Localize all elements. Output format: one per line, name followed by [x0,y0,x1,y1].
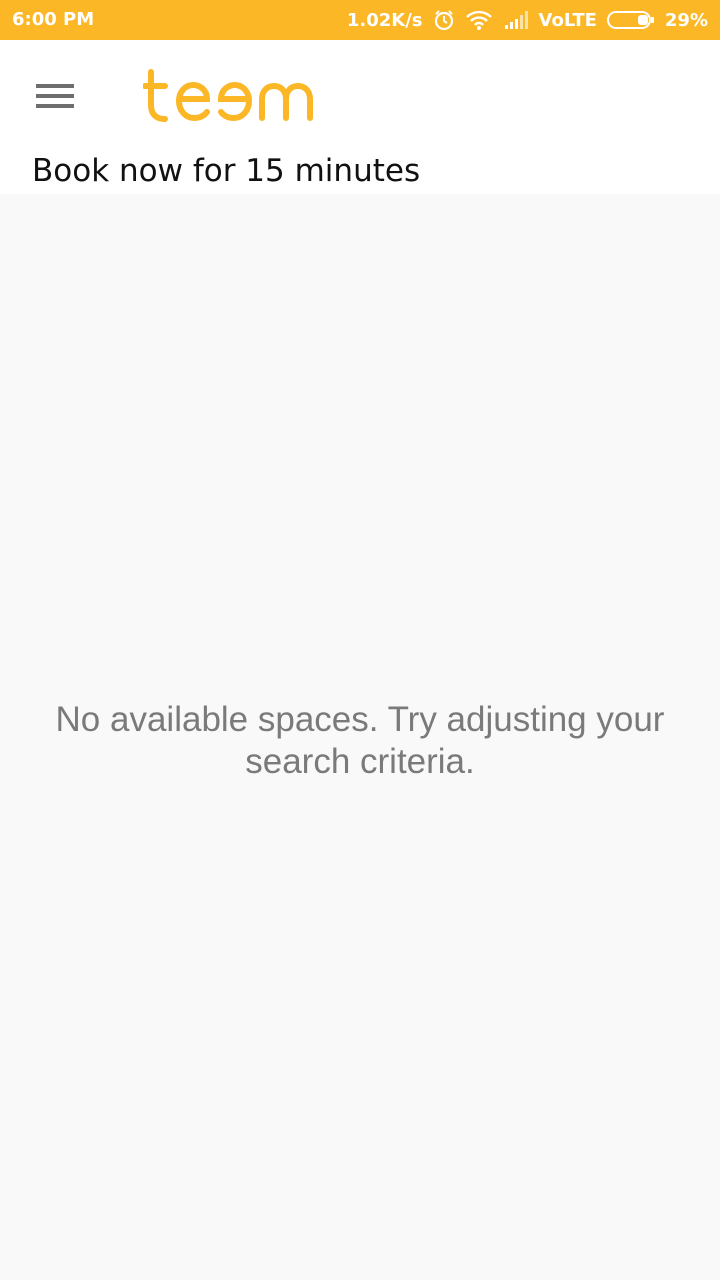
menu-icon-line [36,94,74,98]
menu-icon-line [36,104,74,108]
empty-state-message: No available spaces. Try adjusting your … [55,700,665,781]
teem-logo [142,68,313,129]
logo-icon [142,69,313,122]
status-bar: 6:00 PM 1.02K/s VoLTE 29% [0,0,720,40]
network-speed: 1.02K/s [346,9,423,31]
signal-icon [503,10,529,30]
menu-button[interactable] [26,74,86,118]
status-time: 6:00 PM [12,9,95,30]
battery-icon [606,10,655,30]
battery-level: 29% [664,9,708,31]
status-icons: 1.02K/s VoLTE 29% [347,9,708,31]
network-type: VoLTE [538,9,597,31]
app-header: Book now for 15 minutes [0,40,720,194]
wifi-icon [465,9,493,31]
alarm-icon [433,9,455,31]
page-subtitle: Book now for 15 minutes [32,153,421,189]
results-area: No available spaces. Try adjusting your … [0,194,720,1280]
menu-icon-line [36,84,74,88]
